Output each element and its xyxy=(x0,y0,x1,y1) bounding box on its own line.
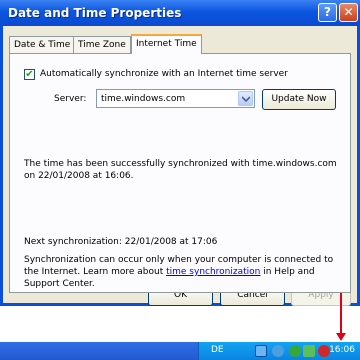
annotation-arrow-head-down xyxy=(336,333,346,341)
update-now-button[interactable]: Update Now xyxy=(262,89,336,110)
server-select[interactable]: time.windows.com xyxy=(96,89,255,108)
time-sync-link[interactable]: time synchronization xyxy=(166,267,260,277)
system-tray: DE 16:06 xyxy=(198,342,360,360)
security-icon[interactable] xyxy=(289,345,301,357)
volume-icon[interactable] xyxy=(272,345,284,357)
auto-sync-checkbox[interactable]: ✔ xyxy=(24,69,35,80)
sync-status-message: The time has been successfully synchroni… xyxy=(24,159,337,181)
date-time-properties-window: Date and Time Properties ? ✕ Date & Time… xyxy=(0,0,360,306)
server-value: time.windows.com xyxy=(101,94,186,104)
close-button[interactable]: ✕ xyxy=(339,3,358,22)
taskbar-clock[interactable]: 16:06 xyxy=(329,345,355,355)
chevron-down-icon[interactable] xyxy=(238,91,253,106)
sync-icon[interactable] xyxy=(303,345,315,357)
help-button[interactable]: ? xyxy=(318,3,337,22)
window-title: Date and Time Properties xyxy=(8,6,182,20)
sync-info-text: Synchronization can occur only when your… xyxy=(24,254,350,290)
tab-time-zone[interactable]: Time Zone xyxy=(73,36,131,53)
auto-sync-label[interactable]: Automatically synchronize with an Intern… xyxy=(40,69,288,79)
server-label: Server: xyxy=(54,94,87,104)
network-icon[interactable] xyxy=(255,345,267,357)
next-sync-text: Next synchronization: 22/01/2008 at 17:0… xyxy=(24,237,218,247)
language-indicator[interactable]: DE xyxy=(211,345,224,355)
taskbar: DE 16:06 xyxy=(0,342,360,360)
title-bar[interactable]: Date and Time Properties ? ✕ xyxy=(0,0,360,26)
tab-internet-time[interactable]: Internet Time xyxy=(131,34,202,54)
tab-date-time[interactable]: Date & Time xyxy=(9,36,76,53)
internet-time-panel: ✔ Automatically synchronize with an Inte… xyxy=(9,53,351,293)
dialog-client-area: Date & Time Time Zone Internet Time ✔ Au… xyxy=(3,26,357,306)
